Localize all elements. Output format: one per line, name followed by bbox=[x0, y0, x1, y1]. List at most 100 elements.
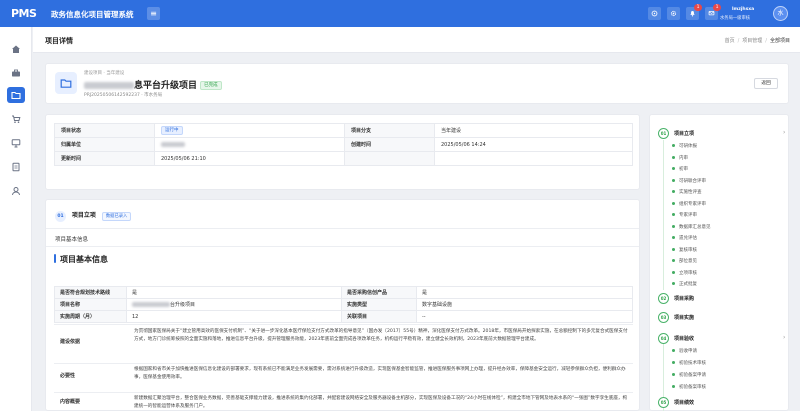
status-dot bbox=[672, 248, 675, 251]
substep-label: 实施性评查 bbox=[679, 190, 702, 195]
divider bbox=[54, 392, 633, 393]
stage-number: 04 bbox=[658, 333, 669, 344]
substep-label: 可研联合评审 bbox=[679, 179, 706, 184]
timeline-substep[interactable]: 数据库汇总意见 bbox=[672, 224, 711, 230]
cart-icon bbox=[12, 115, 21, 123]
section-heading: 项目基本信息 bbox=[60, 255, 108, 264]
section-card: 01 项目立项 数据已录入 项目基本信息 项目基本信息 是否符合规划技术路线 是… bbox=[45, 199, 640, 411]
status-dot bbox=[672, 259, 675, 262]
status-dot bbox=[672, 236, 675, 239]
basis-text: 为贯彻国家医保局关于“建立管用高效的医保支付机制”、“关于进一步深化基本医疗保险… bbox=[134, 329, 628, 343]
timeline-substep[interactable]: 立项审核 bbox=[672, 270, 697, 276]
project-title: 息平台升级项目 已完成 bbox=[84, 78, 222, 91]
basic-label: 实施周期（月） bbox=[54, 310, 127, 323]
redacted-text bbox=[161, 141, 185, 147]
back-button[interactable]: 返回 bbox=[754, 78, 778, 89]
avatar[interactable]: 水 bbox=[773, 6, 788, 21]
top-bar: PMS 政务信息化项目管理系统 ≡ 1 1 lmzjhsxa 水务局一级审核 水 bbox=[0, 0, 800, 27]
breadcrumb-project-management[interactable]: 项目管理 bbox=[742, 38, 762, 44]
sidebar-item-projects[interactable] bbox=[7, 87, 25, 103]
menu-toggle-button[interactable]: ≡ bbox=[147, 7, 160, 20]
timeline-substep[interactable]: 遗兑评估 bbox=[672, 235, 697, 241]
menu-icon: ≡ bbox=[150, 9, 157, 18]
stage-label: 项目验收 bbox=[674, 336, 695, 342]
substep-label: 初验备案申请 bbox=[679, 373, 706, 378]
timeline-substep[interactable]: 初验技术审核 bbox=[672, 360, 706, 366]
status-dot bbox=[672, 167, 675, 170]
folder-icon bbox=[11, 91, 21, 100]
substep-label: 验收申请 bbox=[679, 349, 697, 354]
timeline-substep[interactable]: 专家评审 bbox=[672, 212, 697, 218]
substep-label: 初审 bbox=[679, 167, 688, 172]
info-created-label: 创建时间 bbox=[344, 137, 435, 152]
timeline-substep[interactable]: 验收申请 bbox=[672, 348, 697, 354]
message-button[interactable]: 1 bbox=[705, 4, 721, 20]
chevron-right-icon: › bbox=[783, 334, 786, 341]
basic-value: -- bbox=[416, 310, 633, 323]
status-dot bbox=[672, 373, 675, 376]
app-logo: PMS bbox=[11, 7, 37, 20]
basic-value: 数字基础设施 bbox=[416, 298, 633, 311]
timeline-substep[interactable]: 正式批复 bbox=[672, 281, 697, 287]
substep-label: 组织专家评审 bbox=[679, 202, 706, 207]
basic-label: 实施类型 bbox=[341, 298, 417, 311]
status-dot bbox=[672, 213, 675, 216]
info-card: 项目状态 运行中 项目分支 当年建设 归属单位 创建时间 2025/05/06 … bbox=[45, 114, 640, 190]
redacted-text bbox=[84, 82, 134, 89]
user-name[interactable]: lmzjhsxa bbox=[732, 7, 754, 12]
fullscreen-button[interactable] bbox=[648, 7, 661, 20]
timeline-substep[interactable]: 实施性评查 bbox=[672, 189, 702, 195]
basic-label: 是否采购信创产品 bbox=[341, 286, 417, 299]
info-unit-value bbox=[154, 137, 345, 152]
divider bbox=[54, 363, 633, 364]
substep-label: 专家评审 bbox=[679, 213, 697, 218]
content-label: 内容概要 bbox=[60, 399, 81, 405]
sidebar-item-procurement[interactable] bbox=[7, 111, 25, 127]
info-empty-value bbox=[434, 151, 633, 166]
notification-button[interactable]: 1 bbox=[686, 4, 702, 20]
timeline-substep[interactable]: 初验备案审核 bbox=[672, 384, 706, 390]
timeline-substep[interactable]: 内审 bbox=[672, 155, 688, 161]
section-subtitle: 项目基本信息 bbox=[55, 237, 89, 243]
stage-label: 项目绩效 bbox=[674, 400, 695, 406]
divider bbox=[54, 324, 633, 325]
info-updated-value: 2025/05/06 21:10 bbox=[154, 151, 345, 166]
stage-number: 05 bbox=[658, 397, 669, 408]
notification-badge: 1 bbox=[694, 4, 702, 11]
info-category-value: 当年建设 bbox=[434, 123, 633, 138]
message-badge: 1 bbox=[713, 4, 721, 11]
sidebar-item-toolbox[interactable] bbox=[7, 65, 25, 81]
heading-marker bbox=[54, 254, 56, 263]
section-number: 01 bbox=[55, 211, 66, 222]
info-updated-label: 更新时间 bbox=[54, 151, 155, 166]
sidebar-item-acceptance[interactable] bbox=[7, 159, 25, 175]
timeline-substep[interactable]: 可研联合评审 bbox=[672, 178, 706, 184]
basic-info-table: 是否符合规划技术路线 是 是否采购信创产品 是 项目名称 台升级项目 实施类型 … bbox=[54, 286, 633, 323]
home-icon bbox=[12, 45, 20, 53]
timeline-substep[interactable]: 可研体报 bbox=[672, 143, 697, 149]
sidebar-item-implementation[interactable] bbox=[7, 135, 25, 151]
sidebar-item-users[interactable] bbox=[7, 183, 25, 199]
timeline-substep[interactable]: 组织专家评审 bbox=[672, 201, 706, 207]
info-category-label: 项目分支 bbox=[344, 123, 435, 138]
breadcrumb-home[interactable]: 首页 bbox=[725, 38, 735, 44]
settings-button[interactable] bbox=[667, 7, 680, 20]
breadcrumb: 首页 / 项目管理 / 全部项目 bbox=[724, 38, 790, 44]
message-icon bbox=[708, 11, 715, 16]
timeline-substep[interactable]: 初验备案申请 bbox=[672, 372, 706, 378]
sidebar-item-home[interactable] bbox=[7, 41, 25, 57]
necessity-label: 必要性 bbox=[60, 373, 76, 379]
basic-label: 关联项目 bbox=[341, 310, 417, 323]
status-dot bbox=[672, 156, 675, 159]
timeline-substep[interactable]: 复核审核 bbox=[672, 247, 697, 253]
substep-label: 遗兑评估 bbox=[679, 236, 697, 241]
project-title-text: 息平台升级项目 bbox=[134, 81, 198, 91]
timeline-substep[interactable]: 部位意见 bbox=[672, 258, 697, 264]
stage-number: 02 bbox=[658, 293, 669, 304]
project-name-text: 台升级项目 bbox=[170, 302, 196, 308]
substep-label: 复核审核 bbox=[679, 248, 697, 253]
timeline-substep[interactable]: 初审 bbox=[672, 166, 688, 172]
project-status-tag: 已完成 bbox=[200, 81, 222, 90]
substep-label: 数据库汇总意见 bbox=[679, 225, 711, 230]
substep-label: 内审 bbox=[679, 156, 688, 161]
